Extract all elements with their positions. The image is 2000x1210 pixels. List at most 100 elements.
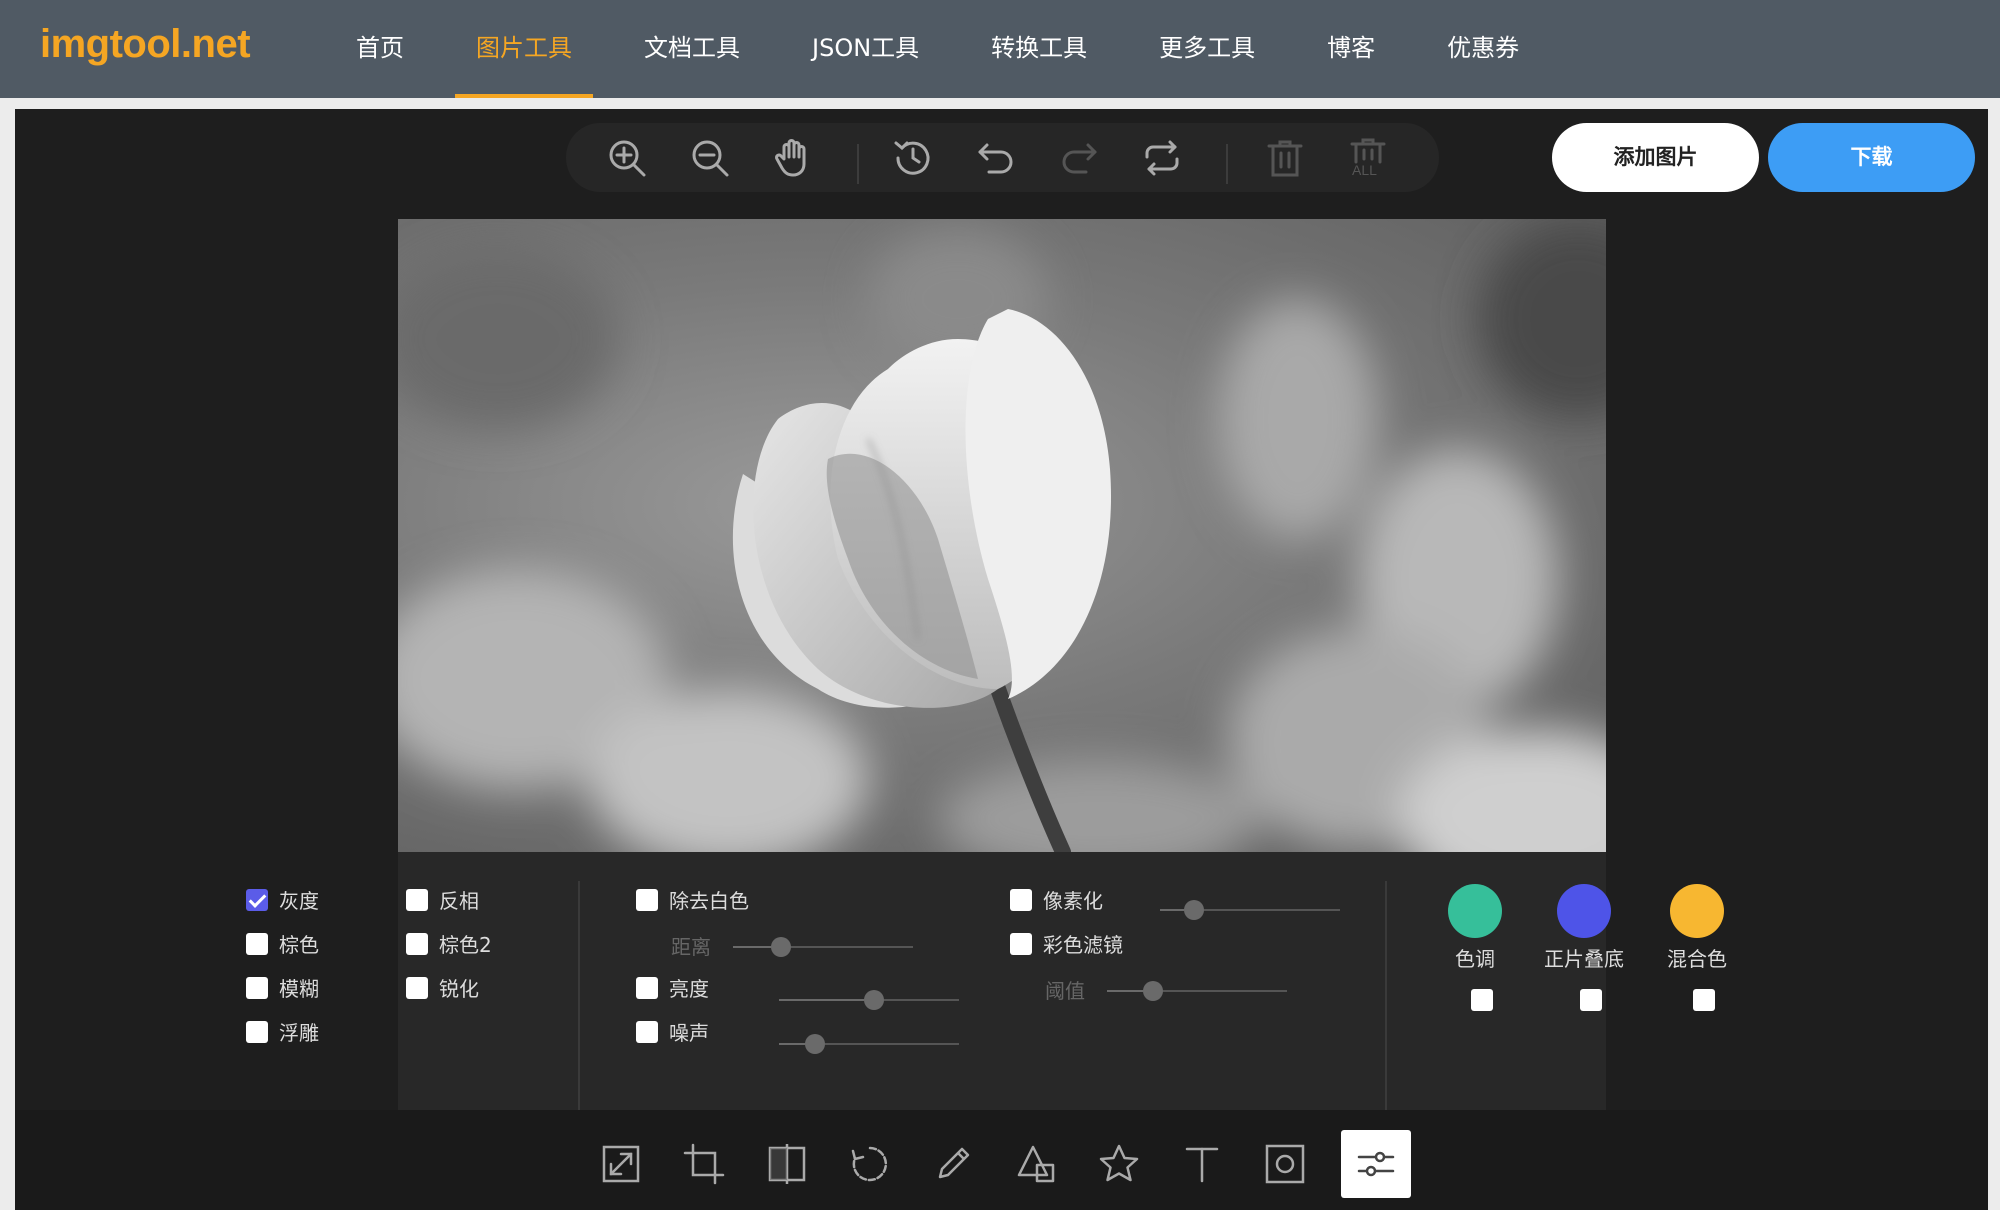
shape-icon [1017, 1145, 1055, 1183]
emboss-label: 浮雕 [279, 1021, 319, 1045]
invert-checkbox[interactable] [406, 888, 428, 911]
sharpen-checkbox[interactable] [406, 976, 428, 999]
pixelate-slider[interactable] [1160, 900, 1340, 920]
toolbar-separator [857, 144, 859, 184]
tint-color-swatch[interactable] [1448, 884, 1502, 938]
pixelate-checkbox[interactable] [1010, 888, 1032, 911]
delete-all-label: ALL [1352, 162, 1377, 178]
bottom-toolbar [15, 1110, 1988, 1210]
sepia2-label: 棕色2 [439, 933, 492, 957]
hand-pan-icon[interactable] [772, 137, 814, 179]
draw-tool[interactable] [918, 1130, 988, 1198]
nav-home[interactable]: 首页 [335, 0, 425, 98]
sepia-label: 棕色 [279, 933, 319, 957]
filter-brightness[interactable]: 亮度 [636, 973, 709, 1002]
site-logo[interactable]: imgtool.net [40, 22, 251, 67]
filter-blur[interactable]: 模糊 [246, 973, 319, 1002]
mask-icon [1265, 1144, 1305, 1184]
resize-icon [602, 1145, 640, 1183]
blur-checkbox[interactable] [246, 976, 268, 999]
rotate-tool[interactable] [835, 1130, 905, 1198]
filter-color-filter[interactable]: 彩色滤镜 [1010, 929, 1123, 958]
grayscale-label: 灰度 [279, 889, 319, 913]
pixelate-label: 像素化 [1043, 889, 1103, 913]
filter-tool[interactable] [1341, 1130, 1411, 1198]
noise-checkbox[interactable] [636, 1020, 658, 1043]
mask-tool[interactable] [1250, 1130, 1320, 1198]
pencil-icon [938, 1147, 970, 1179]
crop-icon [683, 1143, 725, 1185]
filter-grayscale[interactable]: 灰度 [246, 885, 319, 914]
image-editor: ALL 添加图片 下载 灰度 棕色 模糊 浮雕 反相 棕色2 锐化 除去白色 距… [15, 109, 1988, 1210]
delete-all-icon[interactable]: ALL [1347, 137, 1389, 179]
undo-icon[interactable] [975, 137, 1017, 179]
multiply-checkbox[interactable] [1580, 989, 1602, 1011]
tint-label: 色调 [1455, 947, 1495, 971]
blur-label: 模糊 [279, 977, 319, 1001]
filter-pixelate[interactable]: 像素化 [1010, 885, 1103, 914]
filter-sepia[interactable]: 棕色 [246, 929, 319, 958]
remove-white-checkbox[interactable] [636, 888, 658, 911]
flip-tool[interactable] [752, 1130, 822, 1198]
reset-icon[interactable] [1141, 137, 1183, 179]
sharpen-label: 锐化 [439, 977, 479, 1001]
filter-sharpen[interactable]: 锐化 [406, 973, 479, 1002]
distance-label: 距离 [671, 935, 711, 959]
color-filter-checkbox[interactable] [1010, 932, 1032, 955]
history-icon[interactable] [892, 137, 934, 179]
star-icon [1099, 1144, 1139, 1182]
top-navbar: imgtool.net 首页 图片工具 文档工具 JSON工具 转换工具 更多工… [0, 0, 2000, 98]
text-icon [1185, 1147, 1219, 1183]
toolbar-separator [1226, 144, 1228, 184]
zoom-in-icon[interactable] [606, 137, 648, 179]
filter-sepia2[interactable]: 棕色2 [406, 929, 492, 958]
threshold-slider[interactable] [1107, 981, 1287, 1001]
shape-tool[interactable] [1001, 1130, 1071, 1198]
editor-toolbar: ALL [566, 123, 1439, 192]
download-button[interactable]: 下载 [1768, 123, 1975, 192]
brightness-slider[interactable] [779, 990, 959, 1010]
image-preview[interactable] [398, 219, 1606, 852]
text-tool[interactable] [1167, 1130, 1237, 1198]
filter-remove-white[interactable]: 除去白色 [636, 885, 749, 914]
nav-more-tools[interactable]: 更多工具 [1138, 0, 1276, 98]
nav-blog[interactable]: 博客 [1306, 0, 1396, 98]
add-image-button[interactable]: 添加图片 [1552, 123, 1759, 192]
filter-invert[interactable]: 反相 [406, 885, 479, 914]
noise-label: 噪声 [669, 1021, 709, 1045]
sepia-checkbox[interactable] [246, 932, 268, 955]
emboss-checkbox[interactable] [246, 1020, 268, 1043]
sliders-icon [1357, 1151, 1395, 1177]
blend-label: 混合色 [1667, 947, 1727, 971]
distance-slider[interactable] [733, 937, 913, 957]
color-filter-label: 彩色滤镜 [1043, 933, 1123, 957]
grayscale-checkbox[interactable] [246, 888, 268, 911]
invert-label: 反相 [439, 889, 479, 913]
flip-icon [768, 1144, 806, 1184]
filter-noise[interactable]: 噪声 [636, 1017, 709, 1046]
brightness-label: 亮度 [669, 977, 709, 1001]
sepia2-checkbox[interactable] [406, 932, 428, 955]
nav-json-tools[interactable]: JSON工具 [791, 0, 940, 98]
blend-checkbox[interactable] [1693, 989, 1715, 1011]
nav-convert-tools[interactable]: 转换工具 [970, 0, 1108, 98]
resize-tool[interactable] [586, 1130, 656, 1198]
remove-white-label: 除去白色 [669, 889, 749, 913]
zoom-out-icon[interactable] [689, 137, 731, 179]
blend-color-swatch[interactable] [1670, 884, 1724, 938]
filter-emboss[interactable]: 浮雕 [246, 1017, 319, 1046]
brightness-checkbox[interactable] [636, 976, 658, 999]
nav-doc-tools[interactable]: 文档工具 [623, 0, 761, 98]
nav-coupons[interactable]: 优惠券 [1426, 0, 1540, 98]
crop-tool[interactable] [669, 1130, 739, 1198]
multiply-color-swatch[interactable] [1557, 884, 1611, 938]
noise-slider[interactable] [779, 1034, 959, 1054]
redo-icon[interactable] [1058, 137, 1100, 179]
rotate-icon [851, 1146, 888, 1182]
nav-image-tools[interactable]: 图片工具 [455, 0, 593, 98]
icon-tool[interactable] [1084, 1130, 1154, 1198]
delete-icon[interactable] [1264, 137, 1306, 179]
threshold-label: 阈值 [1045, 979, 1085, 1003]
tint-checkbox[interactable] [1471, 989, 1493, 1011]
main-nav: 首页 图片工具 文档工具 JSON工具 转换工具 更多工具 博客 优惠券 [320, 0, 1555, 98]
